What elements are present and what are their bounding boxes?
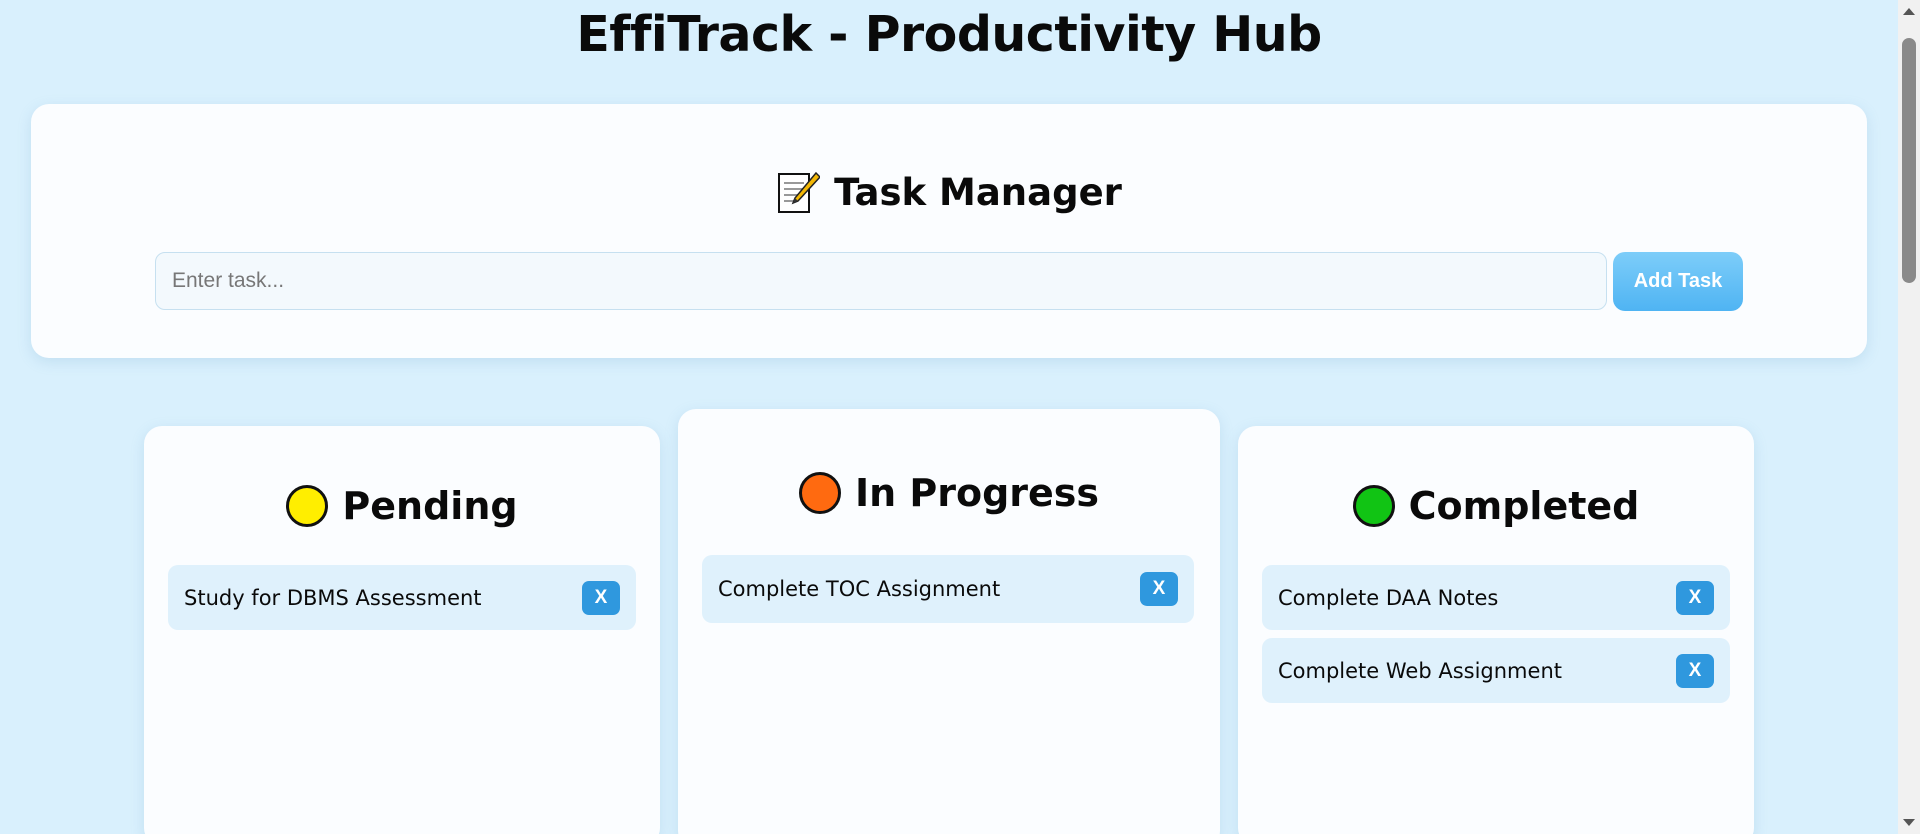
delete-task-button[interactable]: X <box>582 580 620 615</box>
pending-heading: Pending <box>144 484 660 528</box>
completed-column: Completed Complete DAA Notes X Complete … <box>1238 426 1754 834</box>
task-item[interactable]: Complete Web Assignment X <box>1262 638 1730 703</box>
scroll-up-arrow-icon[interactable] <box>1903 8 1915 15</box>
yellow-circle-icon <box>286 485 329 527</box>
task-text: Complete DAA Notes <box>1278 585 1499 610</box>
green-circle-icon <box>1352 485 1395 527</box>
scroll-down-arrow-icon[interactable] <box>1903 819 1915 826</box>
pending-title: Pending <box>342 484 518 528</box>
app-title: EffiTrack - Productivity Hub <box>576 6 1322 63</box>
in-progress-column: In Progress Complete TOC Assignment X <box>678 409 1220 834</box>
task-text: Complete Web Assignment <box>1278 658 1562 683</box>
completed-title: Completed <box>1408 484 1640 528</box>
memo-icon <box>776 169 822 215</box>
delete-task-button[interactable]: X <box>1676 580 1714 615</box>
scrollbar-thumb[interactable] <box>1902 38 1916 283</box>
orange-circle-icon <box>798 472 841 514</box>
task-item[interactable]: Study for DBMS Assessment X <box>168 565 636 630</box>
task-item[interactable]: Complete TOC Assignment X <box>702 555 1194 623</box>
in-progress-title: In Progress <box>854 471 1100 515</box>
delete-task-button[interactable]: X <box>1140 572 1178 606</box>
task-text: Complete TOC Assignment <box>718 577 1001 601</box>
pending-column: Pending Study for DBMS Assessment X <box>144 426 660 834</box>
vertical-scrollbar[interactable] <box>1898 0 1920 834</box>
task-manager-card: Task Manager Add Task <box>31 104 1867 358</box>
delete-task-button[interactable]: X <box>1676 653 1714 688</box>
task-input[interactable] <box>155 252 1607 310</box>
completed-heading: Completed <box>1238 484 1754 528</box>
task-manager-heading: Task Manager <box>31 169 1867 215</box>
task-manager-title: Task Manager <box>834 170 1122 214</box>
task-text: Study for DBMS Assessment <box>184 585 482 610</box>
in-progress-heading: In Progress <box>678 471 1220 515</box>
task-item[interactable]: Complete DAA Notes X <box>1262 565 1730 630</box>
add-task-button[interactable]: Add Task <box>1613 252 1743 311</box>
